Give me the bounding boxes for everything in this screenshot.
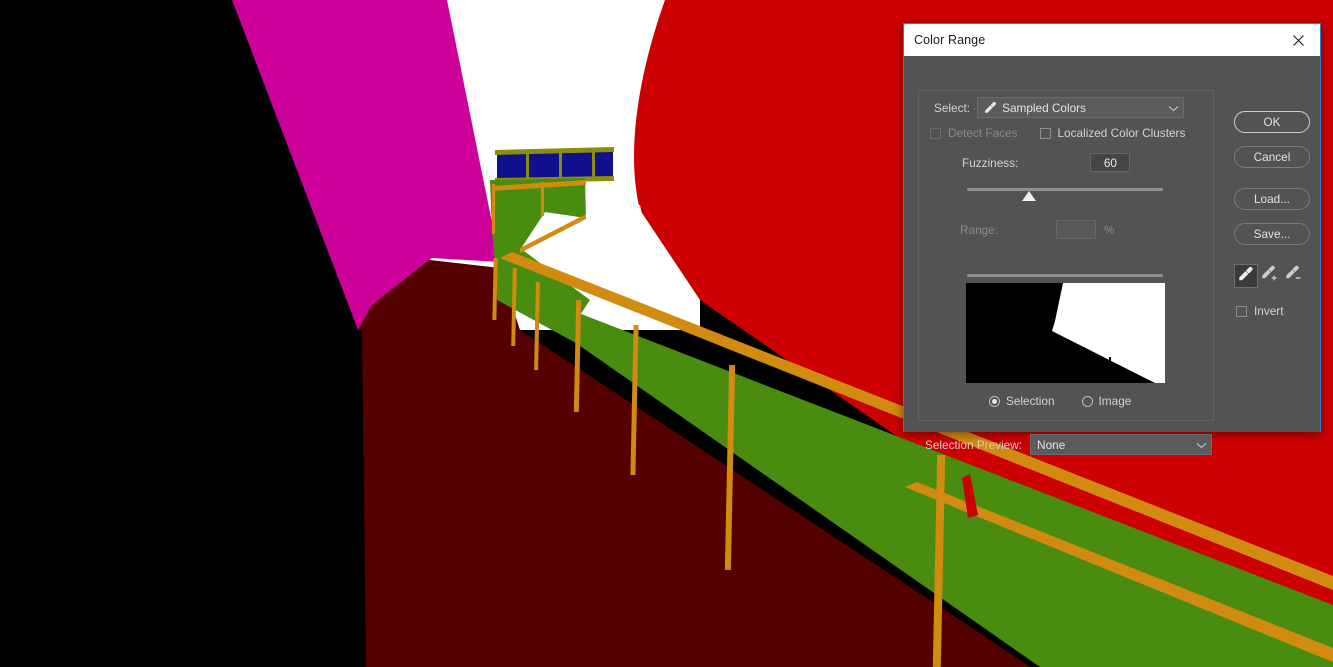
dialog-titlebar[interactable]: Color Range (904, 24, 1320, 56)
range-slider-track (967, 274, 1163, 277)
radio-selection-dot[interactable] (989, 395, 1000, 407)
save-button-label: Save... (1253, 227, 1291, 241)
invert-box[interactable] (1236, 305, 1247, 317)
detect-faces-box (930, 127, 941, 139)
chevron-down-icon (1168, 101, 1179, 115)
color-range-dialog[interactable]: Color Range Select: Sampled Colors Detec… (903, 23, 1321, 455)
ok-button-label: OK (1263, 115, 1281, 129)
ok-button[interactable]: OK (1234, 111, 1310, 133)
preview-mode-radio-group: Selection Image (989, 394, 1131, 408)
preview-mask-notch (1109, 357, 1111, 366)
range-label: Range: (960, 222, 999, 237)
select-dropdown[interactable]: Sampled Colors (977, 97, 1185, 118)
radio-selection-label: Selection (1006, 394, 1055, 408)
eyedropper-icon (1238, 266, 1254, 287)
radio-image[interactable]: Image (1081, 394, 1132, 408)
load-button-label: Load... (1253, 192, 1291, 206)
selection-preview-label: Selection Preview: (925, 437, 1023, 452)
fuzziness-slider-thumb[interactable] (1022, 191, 1036, 201)
localized-color-clusters-checkbox[interactable]: Localized Color Clusters (1039, 126, 1186, 140)
selection-preview-thumbnail[interactable] (966, 283, 1165, 383)
close-button[interactable] (1276, 25, 1320, 56)
select-label: Select: (934, 100, 971, 115)
detect-faces-checkbox: Detect Faces (930, 126, 1018, 140)
fuzziness-slider-track[interactable] (967, 188, 1163, 191)
range-unit-label: % (1104, 222, 1115, 237)
eyedropper-minus-icon (1285, 265, 1303, 288)
fuzziness-value: 60 (1103, 155, 1117, 170)
range-row: Range: % (960, 220, 1115, 239)
selection-preview-row: Selection Preview: None (925, 434, 1213, 455)
fuzziness-input[interactable]: 60 (1090, 153, 1131, 172)
eyedropper-tool-group (1234, 264, 1306, 288)
detect-faces-label: Detect Faces (948, 126, 1018, 140)
dialog-title: Color Range (914, 33, 986, 47)
checkbox-row: Detect Faces Localized Color Clusters (930, 126, 1185, 140)
load-button[interactable]: Load... (1234, 188, 1310, 210)
range-input (1056, 220, 1097, 239)
dialog-body: Select: Sampled Colors Detect Faces Loca… (904, 56, 1320, 455)
fuzziness-row: Fuzziness: 60 (962, 153, 1131, 172)
eyedropper-subtract-button[interactable] (1282, 264, 1306, 288)
close-icon (1292, 34, 1304, 46)
cancel-button-label: Cancel (1253, 150, 1291, 164)
fuzziness-label: Fuzziness: (962, 155, 1019, 170)
selection-preview-dropdown[interactable]: None (1030, 434, 1213, 455)
cancel-button[interactable]: Cancel (1234, 146, 1310, 168)
radio-image-label: Image (1098, 394, 1132, 408)
select-row: Select: Sampled Colors (934, 97, 1185, 118)
localized-color-clusters-label: Localized Color Clusters (1057, 126, 1186, 140)
eyedropper-icon (984, 101, 997, 114)
eyedropper-plus-icon (1261, 265, 1279, 288)
invert-checkbox[interactable]: Invert (1236, 304, 1284, 318)
eyedropper-add-button[interactable] (1258, 264, 1282, 288)
select-value: Sampled Colors (1002, 100, 1087, 115)
radio-image-dot[interactable] (1081, 395, 1093, 407)
invert-label: Invert (1254, 304, 1284, 318)
save-button[interactable]: Save... (1234, 223, 1310, 245)
art-navy-panel-group (495, 147, 614, 183)
radio-selection[interactable]: Selection (989, 394, 1055, 408)
selection-preview-value: None (1037, 437, 1066, 452)
localized-color-clusters-box[interactable] (1039, 127, 1051, 139)
chevron-down-icon (1196, 438, 1207, 452)
eyedropper-sample-button[interactable] (1234, 264, 1258, 288)
